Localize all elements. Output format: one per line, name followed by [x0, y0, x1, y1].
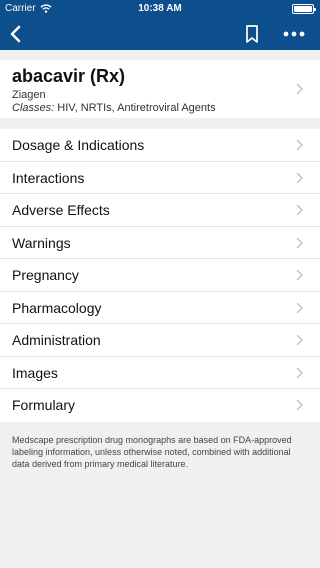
drug-brand-name: Ziagen: [12, 89, 46, 101]
menu-item-label: Images: [12, 364, 58, 381]
chevron-right-icon: [296, 139, 304, 151]
menu-item-label: Interactions: [12, 169, 85, 186]
chevron-right-icon: [296, 237, 304, 248]
drug-classes: Classes: HIV, NRTIs, Antiretroviral Agen…: [12, 102, 216, 114]
chevron-right-icon: [296, 367, 304, 378]
menu-item-label: Pharmacology: [12, 299, 102, 316]
status-time: 10:38 AM: [138, 3, 182, 14]
menu-item-warnings[interactable]: Warnings: [0, 227, 320, 259]
menu-item-interactions[interactable]: Interactions: [0, 162, 320, 194]
back-button[interactable]: [6, 22, 26, 46]
drug-header-card[interactable]: abacavir (Rx) Ziagen Classes: HIV, NRTIs…: [0, 60, 320, 118]
menu-item-adverse-effects[interactable]: Adverse Effects: [0, 194, 320, 227]
menu-item-label: Warnings: [12, 234, 71, 251]
chevron-right-icon: [296, 83, 304, 95]
menu-item-administration[interactable]: Administration: [0, 324, 320, 357]
menu-item-pharmacology[interactable]: Pharmacology: [0, 292, 320, 324]
chevron-right-icon: [296, 334, 304, 346]
disclaimer-text: Medscape prescription drug monographs ar…: [12, 435, 292, 469]
chevron-right-icon: [296, 302, 304, 313]
nav-bar: [0, 18, 320, 50]
menu-item-images[interactable]: Images: [0, 357, 320, 389]
more-options-button[interactable]: [280, 23, 308, 45]
menu-item-formulary[interactable]: Formulary: [0, 389, 320, 422]
chevron-right-icon: [296, 399, 304, 411]
menu-item-label: Formulary: [12, 397, 76, 413]
menu-item-label: Dosage & Indications: [12, 137, 145, 153]
status-bar: Carrier 10:38 AM: [0, 0, 320, 18]
classes-label: Classes:: [12, 102, 55, 114]
chevron-right-icon: [296, 269, 304, 281]
chevron-right-icon: [296, 172, 304, 183]
app-header: Carrier 10:38 AM: [0, 0, 320, 50]
classes-value: HIV, NRTIs, Antiretroviral Agents: [57, 102, 216, 114]
bookmark-button[interactable]: [243, 23, 261, 45]
battery-icon: [292, 4, 316, 14]
menu-item-dosage-indications[interactable]: Dosage & Indications: [0, 129, 320, 162]
menu-item-label: Administration: [12, 332, 101, 348]
section-menu: Dosage & Indications Interactions Advers…: [0, 129, 320, 422]
menu-item-label: Adverse Effects: [12, 202, 110, 218]
chevron-right-icon: [296, 204, 304, 216]
menu-item-label: Pregnancy: [12, 267, 79, 283]
drug-name: abacavir (Rx): [12, 66, 126, 86]
menu-item-pregnancy[interactable]: Pregnancy: [0, 259, 320, 292]
